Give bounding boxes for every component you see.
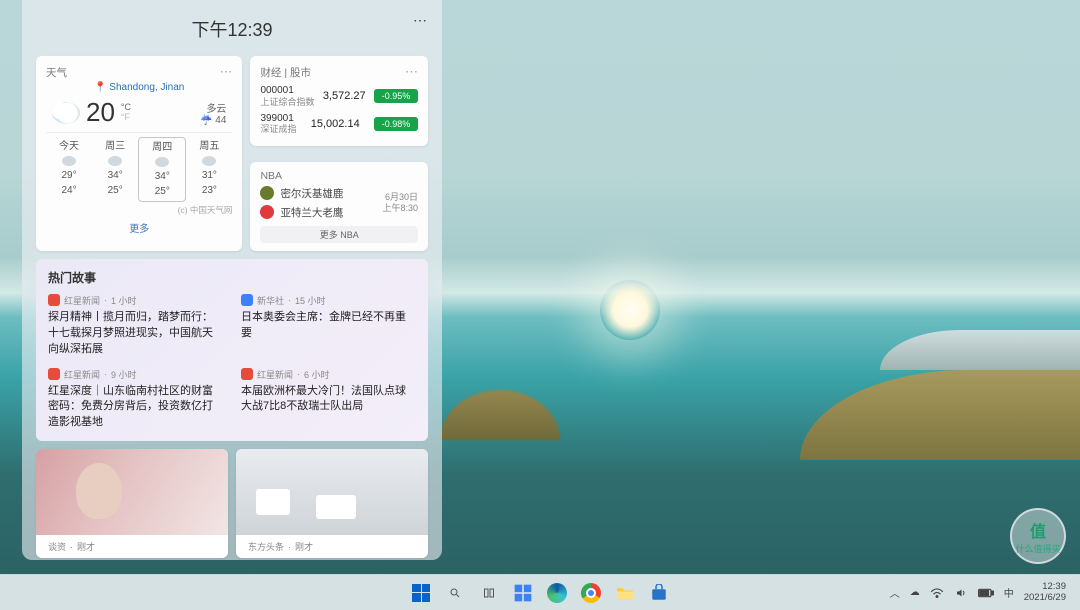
story-item[interactable]: 新华社 · 15 小时 日本奥委会主席：金牌已经不再重要 — [241, 294, 416, 358]
weather-card[interactable]: 天气 ⋯ 📍 Shandong, Jinan 20 °C °F 多云 ☔ 44 … — [36, 56, 242, 251]
weather-forecast: 今天29°24° 周三34°25° 周四34°25° 周五31°23° — [46, 132, 232, 202]
source-badge-icon — [48, 294, 60, 306]
search-button[interactable] — [441, 579, 469, 607]
taskbar-tray: ︿ ☁ 中 12:39 2021/6/29 — [876, 582, 1080, 604]
widgets-panel: 下午12:39 ⋯ 天气 ⋯ 📍 Shandong, Jinan 20 °C °… — [22, 0, 442, 560]
wifi-icon[interactable] — [930, 587, 944, 599]
battery-icon[interactable] — [978, 588, 994, 598]
wallpaper-sun — [600, 280, 660, 340]
news-tiles: 谈资 · 刚才 东方头条 · 刚才 — [36, 449, 428, 558]
ime-icon[interactable]: 中 — [1004, 585, 1014, 600]
stocks-card[interactable]: 财经 | 股市 ⋯ 000001上证综合指数 3,572.27 -0.95% 3… — [250, 56, 428, 146]
tray-chevron-icon[interactable]: ︿ — [890, 585, 900, 600]
story-item[interactable]: 红星新闻 · 9 小时 红星深度｜山东临南村社区的财富密码：免费分房背后，投资数… — [48, 368, 223, 432]
weather-options-icon[interactable]: ⋯ — [219, 64, 232, 80]
forecast-day-selected[interactable]: 周四34°25° — [138, 137, 186, 202]
explorer-button[interactable] — [611, 579, 639, 607]
hot-stories-card: 热门故事 红星新闻 · 1 小时 探月精神丨揽月而归，踏梦而行：十七载探月梦照进… — [36, 259, 428, 442]
news-tile[interactable]: 东方头条 · 刚才 — [236, 449, 428, 558]
stock-row[interactable]: 399001深证成指 15,002.14 -0.98% — [260, 110, 418, 138]
story-item[interactable]: 红星新闻 · 6 小时 本届欧洲杯最大冷门！法国队点球大战7比8不敌瑞士队出局 — [241, 368, 416, 432]
watermark-badge: 值 什么值得买 — [1010, 508, 1066, 564]
weather-more-link[interactable]: 更多 — [46, 216, 232, 235]
weather-condition: 多云 ☔ 44 — [200, 100, 226, 126]
change-badge: -0.95% — [374, 89, 418, 103]
start-button[interactable] — [407, 579, 435, 607]
store-button[interactable] — [645, 579, 673, 607]
weather-title: 天气 — [46, 65, 67, 80]
volume-icon[interactable] — [954, 587, 968, 599]
source-badge-icon — [241, 294, 253, 306]
widgets-time: 下午12:39 — [191, 20, 272, 40]
team-logo-icon — [260, 205, 274, 219]
weather-unit: °C °F — [121, 103, 131, 123]
forecast-day[interactable]: 今天29°24° — [46, 137, 92, 202]
story-item[interactable]: 红星新闻 · 1 小时 探月精神丨揽月而归，踏梦而行：十七载探月梦照进现实，中国… — [48, 294, 223, 358]
tile-image — [36, 449, 228, 535]
nba-more-link[interactable]: 更多 NBA — [260, 226, 418, 243]
game-time: 6月30日上午8:30 — [382, 192, 418, 214]
news-tile[interactable]: 谈资 · 刚才 — [36, 449, 228, 558]
taskbar-center — [407, 579, 673, 607]
change-badge: -0.98% — [374, 117, 418, 131]
widgets-header: 下午12:39 ⋯ — [36, 12, 428, 48]
source-badge-icon — [48, 368, 60, 380]
stocks-title: 财经 | 股市 — [260, 65, 311, 80]
widgets-settings-icon[interactable]: ⋯ — [413, 12, 428, 29]
tile-image — [236, 449, 428, 535]
wallpaper-mountain — [880, 330, 1080, 370]
edge-button[interactable] — [543, 579, 571, 607]
onedrive-icon[interactable]: ☁ — [910, 587, 920, 598]
task-view-button[interactable] — [475, 579, 503, 607]
weather-condition-icon — [52, 102, 80, 124]
weather-temp: 20 — [86, 97, 115, 128]
weather-location: 📍 Shandong, Jinan — [46, 82, 232, 93]
forecast-day[interactable]: 周五31°23° — [186, 137, 232, 202]
team-logo-icon — [260, 186, 274, 200]
weather-attribution: (c) 中国天气网 — [46, 204, 232, 216]
taskbar-clock[interactable]: 12:39 2021/6/29 — [1024, 582, 1066, 604]
widgets-button[interactable] — [509, 579, 537, 607]
nba-title: NBA — [260, 170, 282, 182]
wallpaper-grass — [800, 370, 1080, 460]
hot-stories-title: 热门故事 — [48, 269, 416, 286]
stocks-options-icon[interactable]: ⋯ — [405, 64, 418, 80]
nba-card[interactable]: NBA 密尔沃基雄鹿 亚特兰大老鹰 6月30日上午8:30 更多 NBA — [250, 162, 428, 251]
forecast-day[interactable]: 周三34°25° — [92, 137, 138, 202]
source-badge-icon — [241, 368, 253, 380]
chrome-button[interactable] — [577, 579, 605, 607]
wallpaper-grass — [440, 390, 560, 440]
taskbar: ︿ ☁ 中 12:39 2021/6/29 — [0, 574, 1080, 610]
stock-row[interactable]: 000001上证综合指数 3,572.27 -0.95% — [260, 82, 418, 110]
